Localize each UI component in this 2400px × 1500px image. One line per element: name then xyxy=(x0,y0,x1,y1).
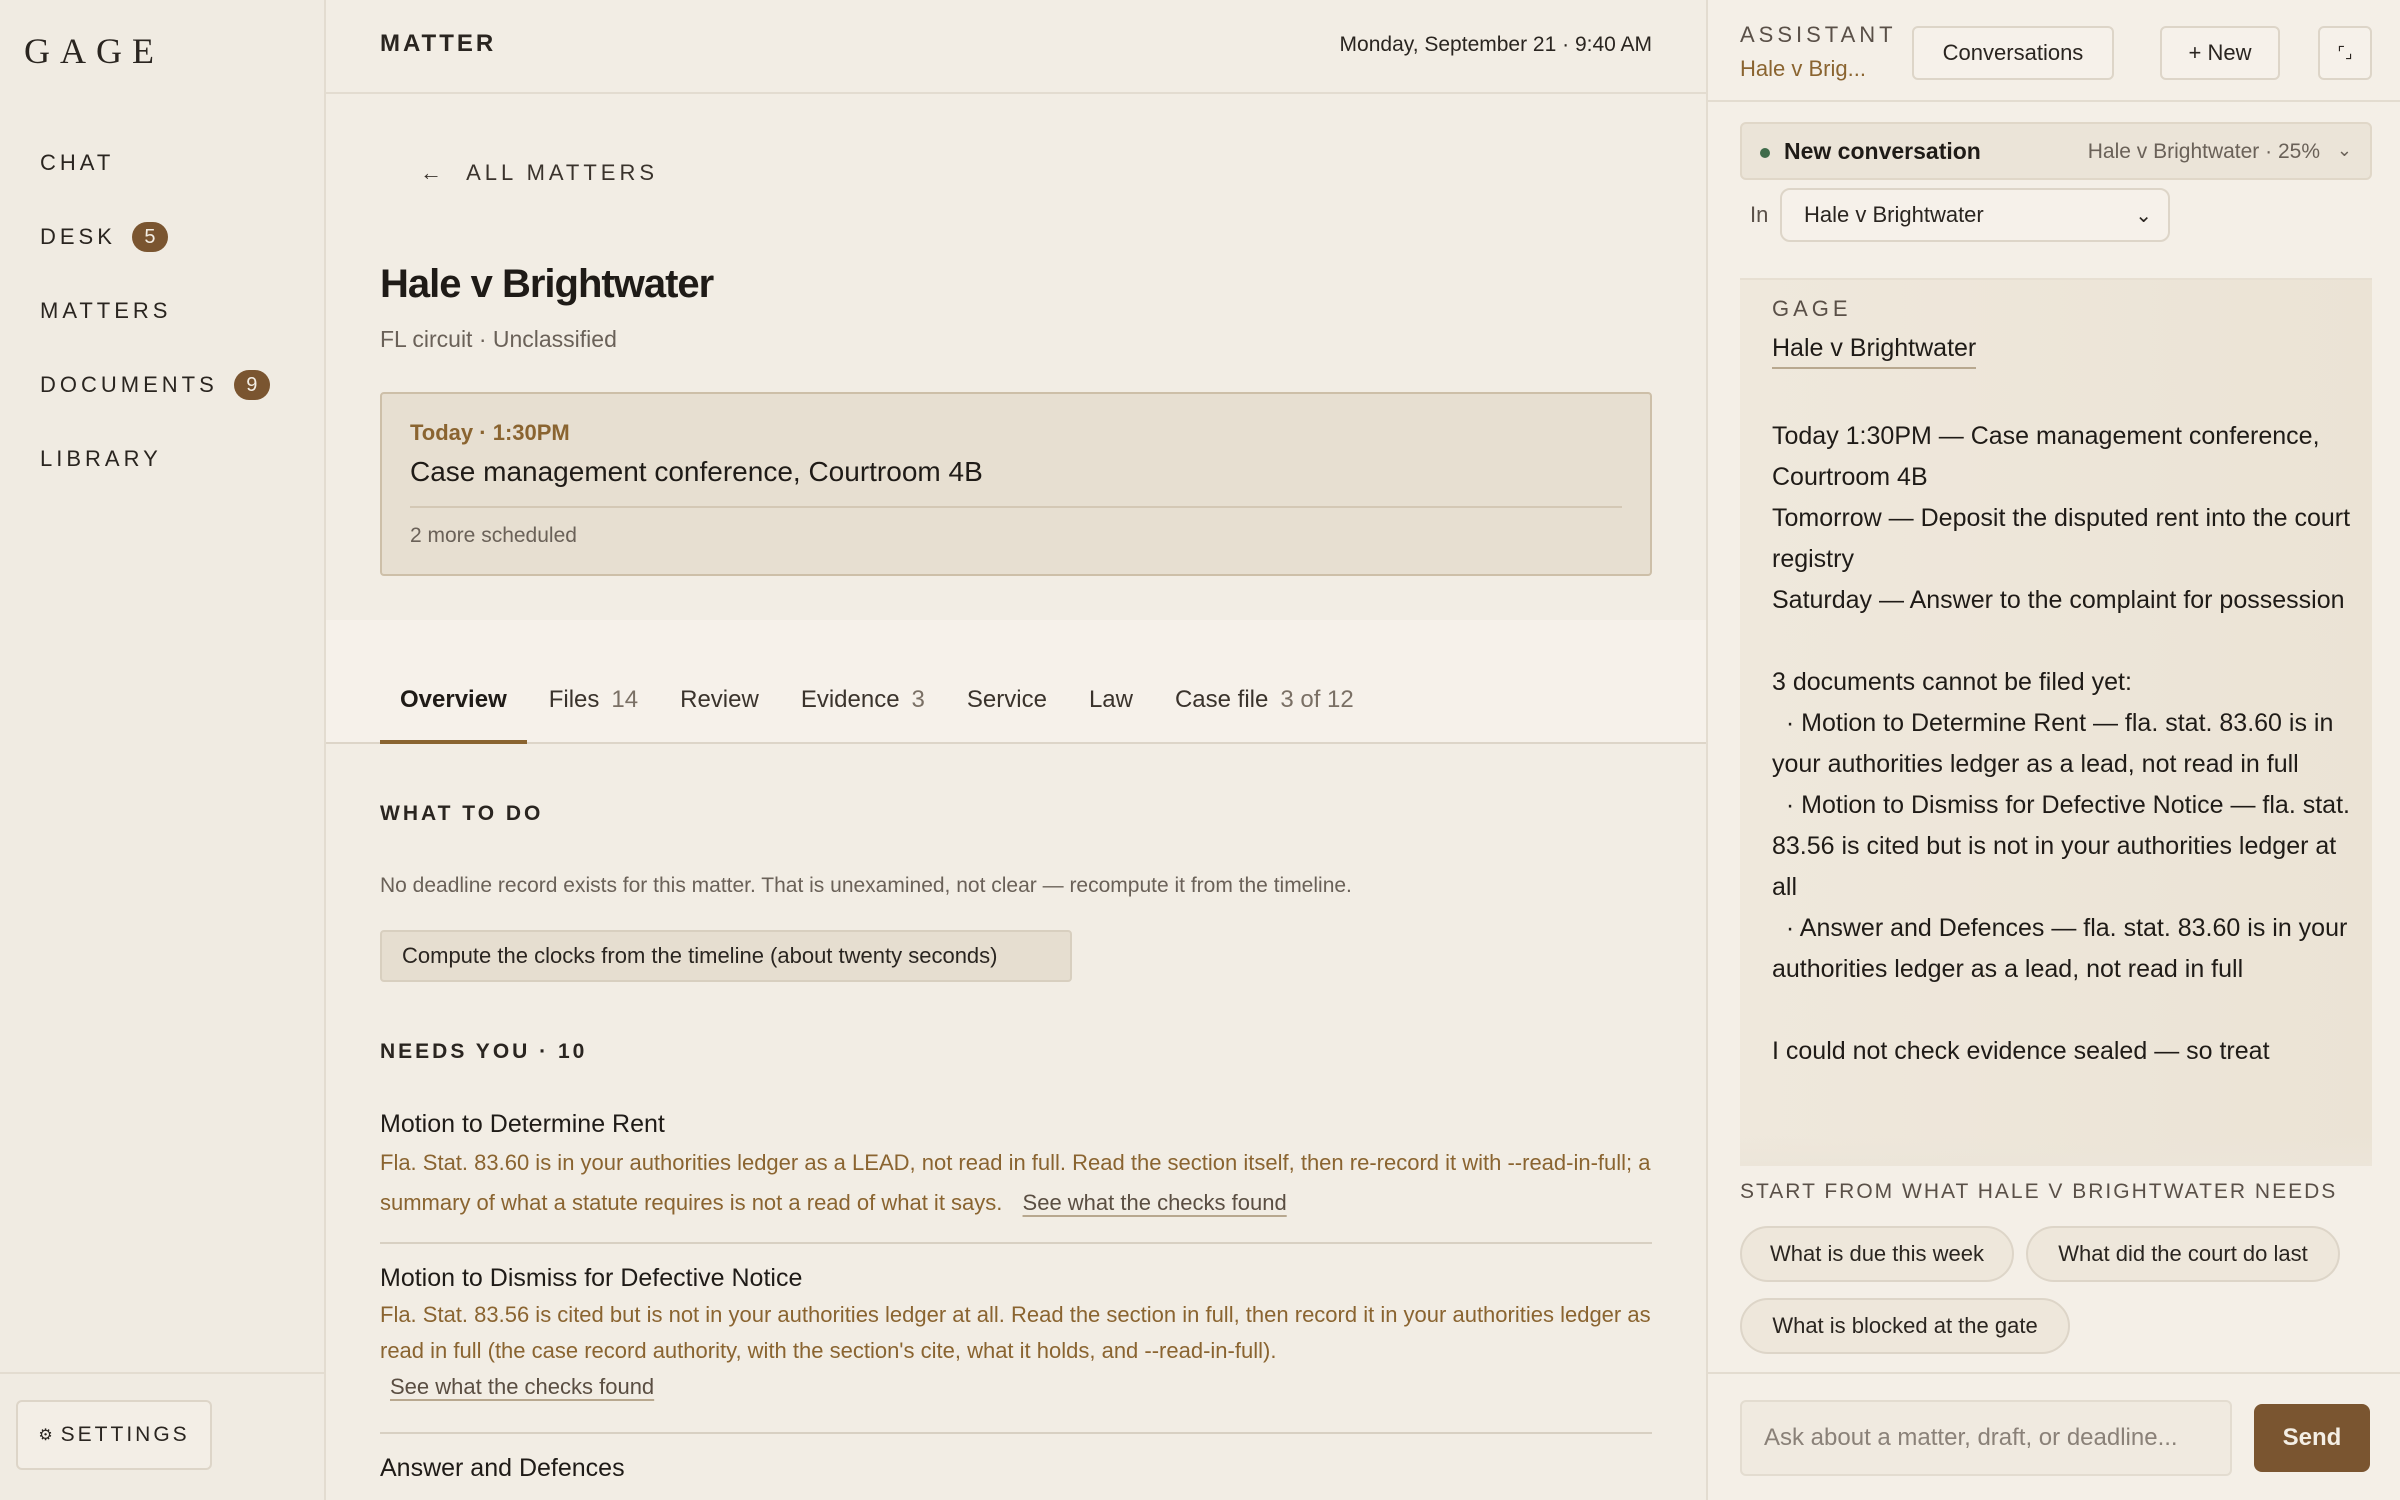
sidebar-item-label: DOCUMENTS xyxy=(40,372,218,397)
need-description: Fla. Stat. 83.56 is cited but is not in … xyxy=(380,1297,1652,1405)
settings-button[interactable]: ⚙ SETTINGS xyxy=(16,1400,212,1470)
scroll-fade xyxy=(1740,1136,2372,1166)
conversation-selector[interactable]: New conversation Hale v Brightwater · 25… xyxy=(1740,122,2372,180)
ask-input[interactable] xyxy=(1740,1400,2232,1476)
settings-label: SETTINGS xyxy=(60,1423,190,1446)
sidebar-item-desk[interactable]: DESK 5 xyxy=(40,200,270,274)
app-logo: GAGE xyxy=(24,31,164,71)
sidebar-footer: ⚙ SETTINGS xyxy=(0,1372,326,1500)
tab-label: Evidence xyxy=(800,686,900,713)
matter-subtitle: FL circuit · Unclassified xyxy=(380,326,617,352)
assistant-label: ASSISTANT xyxy=(1740,22,1897,47)
sidebar-item-matters[interactable]: MATTERS xyxy=(40,274,270,348)
see-checks-link[interactable]: See what the checks found xyxy=(390,1374,654,1399)
back-link-label: ALL MATTERS xyxy=(466,160,659,185)
tab-label: Case file xyxy=(1174,686,1269,713)
need-title: Motion to Dismiss for Defective Notice xyxy=(380,1264,803,1292)
sidebar-item-label: DESK xyxy=(40,224,116,249)
gear-icon: ⚙ xyxy=(38,1427,53,1444)
message-body: Today 1:30PM — Case management conferenc… xyxy=(1772,422,2351,1065)
need-description: Fla. Stat. 83.60 is in your authorities … xyxy=(380,1143,1652,1223)
compute-clocks-button[interactable]: Compute the clocks from the timeline (ab… xyxy=(380,930,1072,982)
upcoming-event-card[interactable]: Today · 1:30PM Case management conferenc… xyxy=(380,392,1652,576)
need-title: Answer and Defences xyxy=(380,1454,625,1482)
more-scheduled-link[interactable]: 2 more scheduled xyxy=(410,524,577,548)
back-to-matters-link[interactable]: ← ALL MATTERS xyxy=(420,160,658,186)
tab-count: 3 xyxy=(911,686,925,713)
assistant-matter-name: Hale v Brig... xyxy=(1740,56,1866,81)
expand-icon: ⌜⌟ xyxy=(2337,45,2353,62)
current-datetime: Monday, September 21 · 9:40 AM xyxy=(1339,33,1652,56)
message-sender: GAGE xyxy=(1772,296,1852,321)
suggestion-chip[interactable]: What is blocked at the gate xyxy=(1740,1298,2070,1354)
sidebar-item-label: MATTERS xyxy=(40,298,172,323)
sidebar-nav: CHAT DESK 5 MATTERS DOCUMENTS 9 LIBRARY xyxy=(40,126,270,496)
status-dot xyxy=(1760,148,1770,158)
what-to-do-heading: WHAT TO DO xyxy=(380,802,544,825)
assistant-panel: ASSISTANT Hale v Brig... Conversations +… xyxy=(1706,0,2400,1500)
expand-button[interactable]: ⌜⌟ xyxy=(2318,26,2372,80)
sidebar-item-label: LIBRARY xyxy=(40,446,162,471)
new-conversation-button[interactable]: + New xyxy=(2160,26,2280,80)
divider xyxy=(380,1242,1652,1244)
matter-title: Hale v Brightwater xyxy=(380,262,714,306)
see-checks-link[interactable]: See what the checks found xyxy=(1023,1190,1287,1215)
suggestions-heading: START FROM WHAT HALE V BRIGHTWATER NEEDS xyxy=(1740,1180,2338,1203)
tab-overview[interactable]: Overview xyxy=(380,686,527,744)
arrow-left-icon: ← xyxy=(420,160,446,185)
scope-label: In xyxy=(1750,202,1769,227)
chevron-down-icon: ⌄ xyxy=(2336,140,2352,160)
need-title: Motion to Determine Rent xyxy=(380,1110,665,1138)
send-button[interactable]: Send xyxy=(2254,1404,2370,1472)
sidebar: GAGE CHAT DESK 5 MATTERS DOCUMENTS 9 LIB… xyxy=(0,0,326,1500)
event-time: Today · 1:30PM xyxy=(410,420,570,445)
matter-tabs: Overview Files 14 Review Evidence 3 Servic… xyxy=(380,686,1376,744)
conversation-title: New conversation xyxy=(1784,138,1981,164)
tabs-bar: Overview Files 14 Review Evidence 3 Servic… xyxy=(326,620,1706,744)
suggestion-chip[interactable]: What is due this week xyxy=(1740,1226,2014,1282)
suggestion-chip[interactable]: What did the court do last xyxy=(2026,1226,2340,1282)
assistant-message: GAGE Hale v Brightwater Today 1:30PM — C… xyxy=(1740,278,2372,1166)
needs-you-heading: NEEDS YOU · 10 xyxy=(380,1040,588,1063)
divider xyxy=(380,1432,1652,1434)
sidebar-item-documents[interactable]: DOCUMENTS 9 xyxy=(40,348,270,422)
sidebar-item-label: CHAT xyxy=(40,150,115,175)
conversations-button[interactable]: Conversations xyxy=(1912,26,2114,80)
tab-evidence[interactable]: Evidence 3 xyxy=(781,686,945,744)
sidebar-item-chat[interactable]: CHAT xyxy=(40,126,270,200)
tab-case-file[interactable]: Case file 3 of 12 xyxy=(1155,686,1374,744)
tab-label: Law xyxy=(1088,686,1133,713)
tab-files[interactable]: Files 14 xyxy=(529,686,658,744)
tab-count: 3 of 12 xyxy=(1280,686,1354,713)
tab-label: Review xyxy=(680,686,759,713)
sidebar-item-library[interactable]: LIBRARY xyxy=(40,422,270,496)
tab-label: Overview xyxy=(400,686,507,713)
main-header: MATTER Monday, September 21 · 9:40 AM xyxy=(326,0,1706,94)
scope-selected-value: Hale v Brightwater xyxy=(1804,202,1984,227)
page-title: MATTER xyxy=(380,30,497,57)
composer: Send xyxy=(1708,1372,2400,1500)
count-badge: 9 xyxy=(233,370,270,400)
what-to-do-text: No deadline record exists for this matte… xyxy=(380,874,1352,897)
tab-label: Service xyxy=(966,686,1047,713)
need-description-text: Fla. Stat. 83.56 is cited but is not in … xyxy=(380,1302,1651,1363)
matter-scope-select[interactable]: Hale v Brightwater ⌄ xyxy=(1780,188,2170,242)
tab-label: Files xyxy=(548,686,600,713)
chevron-down-icon: ⌄ xyxy=(2135,205,2152,227)
tab-count: 14 xyxy=(611,686,639,713)
tab-review[interactable]: Review xyxy=(660,686,779,744)
event-title: Case management conference, Courtroom 4B xyxy=(410,456,983,487)
divider xyxy=(410,506,1622,508)
assistant-header: ASSISTANT Hale v Brig... Conversations +… xyxy=(1708,0,2400,102)
main-panel: MATTER Monday, September 21 · 9:40 AM ← … xyxy=(326,0,1706,1500)
list-item[interactable]: Answer and Defences xyxy=(380,1454,1652,1483)
tab-service[interactable]: Service xyxy=(947,686,1067,744)
list-item[interactable]: Motion to Determine Rent Fla. Stat. 83.6… xyxy=(380,1110,1652,1223)
conversation-meta: Hale v Brightwater · 25% xyxy=(2087,140,2320,163)
message-matter-link[interactable]: Hale v Brightwater xyxy=(1772,334,1977,369)
count-badge: 5 xyxy=(131,222,168,252)
need-description-text: Fla. Stat. 83.60 is in your authorities … xyxy=(380,1150,1651,1215)
tab-law[interactable]: Law xyxy=(1069,686,1153,744)
list-item[interactable]: Motion to Dismiss for Defective Notice F… xyxy=(380,1264,1652,1405)
